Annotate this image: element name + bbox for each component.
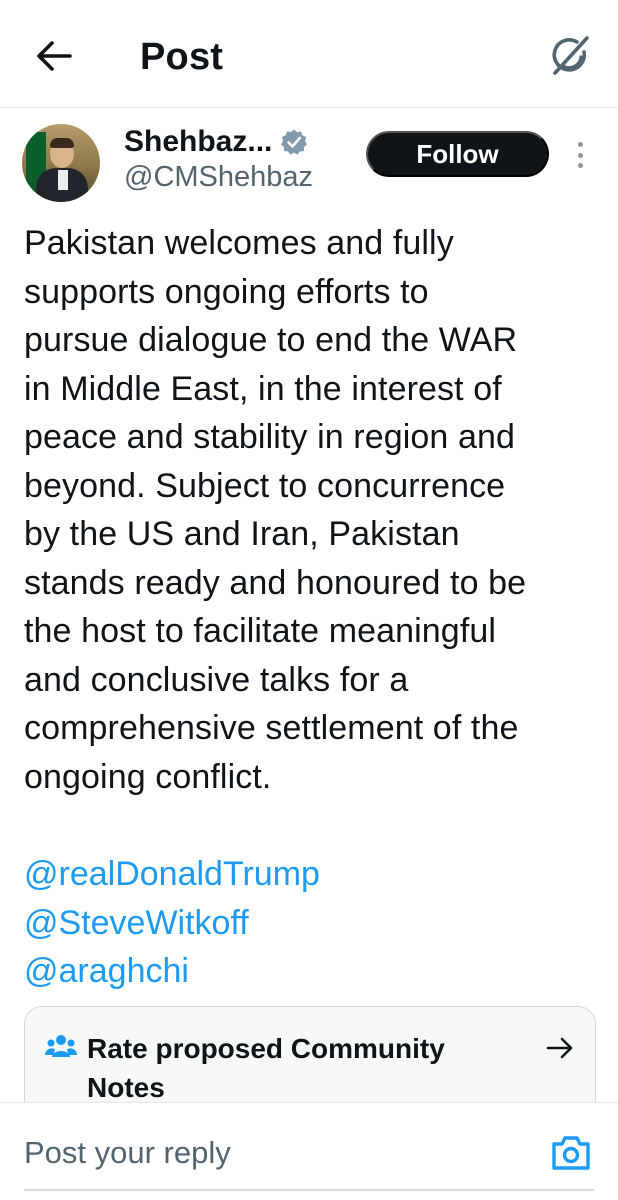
more-vertical-icon [577,142,583,147]
reply-input[interactable] [24,1129,524,1177]
author-name[interactable]: Shehbaz... [124,124,308,160]
grok-button[interactable] [544,30,596,82]
page-title: Post [140,36,224,78]
back-button[interactable] [30,34,78,78]
post-mentions: @realDonaldTrump @SteveWitkoff @araghchi [24,850,584,996]
follow-button[interactable]: Follow [366,131,549,177]
avatar-hair [50,138,74,148]
camera-icon [552,1136,590,1170]
reply-underline [24,1189,594,1191]
mention-link-stevewitkoff[interactable]: @SteveWitkoff [24,899,249,948]
mention-link-realdonaldtrump[interactable]: @realDonaldTrump [24,850,320,899]
more-vertical-icon-dot [577,152,583,158]
post-text: Pakistan welcomes and fully supports ong… [24,224,527,796]
arrow-left-icon [37,41,72,71]
reply-composer [0,1102,618,1200]
avatar-shirt [58,170,68,190]
grok-icon [552,36,589,75]
top-bar: Post [0,0,618,108]
mention-link-araghchi[interactable]: @araghchi [24,947,189,996]
camera-button[interactable] [550,1133,592,1173]
more-options-button[interactable] [566,138,594,172]
author-avatar[interactable] [22,124,100,202]
arrow-right-icon [546,1037,573,1059]
author-handle[interactable]: @CMShehbaz [124,159,313,195]
author-name-text: Shehbaz... [124,125,273,158]
people-icon [45,1035,77,1057]
community-notes-label: Rate proposed Community Notes [87,1033,445,1103]
more-vertical-icon-dot [577,163,583,168]
post-detail-screen: Post Shehbaz... @CMShehbaz Follow Pakist… [0,0,618,1200]
verified-badge-icon [281,129,308,155]
